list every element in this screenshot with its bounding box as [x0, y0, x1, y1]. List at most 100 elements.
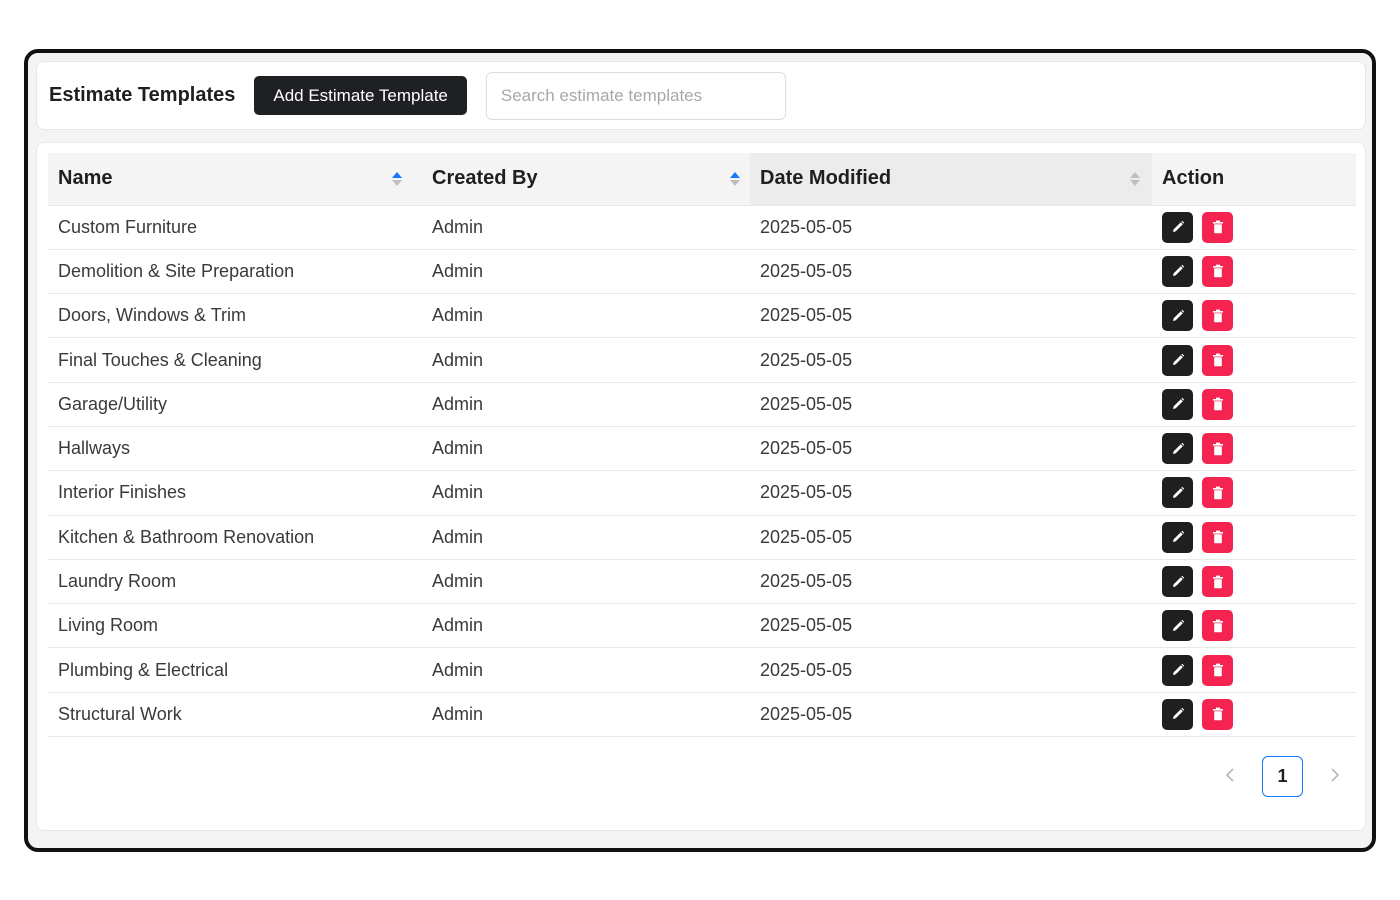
edit-icon	[1172, 442, 1184, 454]
cell-name: Doors, Windows & Trim	[48, 293, 422, 339]
chevron-left-icon[interactable]	[1220, 766, 1240, 787]
cell-created-by: Admin	[422, 470, 750, 516]
table-row: Interior Finishes Admin 2025-05-05	[48, 470, 1356, 516]
delete-button[interactable]	[1202, 211, 1233, 243]
table-row: Doors, Windows & Trim Admin 2025-05-05	[48, 293, 1356, 339]
table-row: Custom Furniture Admin 2025-05-05	[48, 205, 1356, 250]
delete-button[interactable]	[1202, 255, 1233, 287]
cell-actions	[1152, 692, 1356, 738]
column-header-label: Created By	[432, 167, 538, 190]
cell-created-by: Admin	[422, 692, 750, 738]
delete-button[interactable]	[1202, 388, 1233, 420]
table-row: Garage/Utility Admin 2025-05-05	[48, 382, 1356, 427]
trash-icon	[1212, 663, 1223, 677]
delete-button[interactable]	[1202, 654, 1233, 686]
cell-date-modified: 2025-05-05	[750, 426, 1152, 472]
cell-actions	[1152, 470, 1356, 516]
cell-name: Custom Furniture	[48, 205, 422, 250]
page-title: Estimate Templates	[49, 84, 236, 106]
delete-button[interactable]	[1202, 433, 1233, 465]
edit-button[interactable]	[1162, 344, 1193, 376]
edit-icon	[1172, 486, 1184, 498]
cell-actions	[1152, 647, 1356, 693]
cell-actions	[1152, 293, 1356, 339]
edit-icon	[1172, 398, 1184, 410]
cell-name: Demolition & Site Preparation	[48, 249, 422, 295]
cell-date-modified: 2025-05-05	[750, 293, 1152, 339]
add-estimate-template-button[interactable]: Add Estimate Template	[254, 76, 467, 115]
trash-icon	[1212, 486, 1223, 500]
row-actions	[1162, 211, 1356, 243]
cell-name: Kitchen & Bathroom Renovation	[48, 515, 422, 560]
delete-button[interactable]	[1202, 521, 1233, 553]
cell-created-by: Admin	[422, 293, 750, 339]
row-actions	[1162, 300, 1356, 332]
app-window: Estimate Templates Add Estimate Template…	[24, 49, 1376, 852]
table-card: Name Created By Date Modified Action Cus…	[36, 142, 1366, 831]
search-input[interactable]	[485, 71, 786, 120]
edit-icon	[1172, 708, 1184, 720]
table-row: Demolition & Site Preparation Admin 2025…	[48, 249, 1356, 295]
cell-date-modified: 2025-05-05	[750, 647, 1152, 693]
edit-icon	[1172, 531, 1184, 543]
sort-icon[interactable]	[1130, 171, 1140, 186]
cell-actions	[1152, 205, 1356, 250]
cell-name: Structural Work	[48, 692, 422, 738]
delete-button[interactable]	[1202, 610, 1233, 642]
table-row: Hallways Admin 2025-05-05	[48, 426, 1356, 472]
column-header-label: Name	[58, 167, 113, 190]
chevron-right-icon[interactable]	[1325, 766, 1345, 787]
edit-button[interactable]	[1162, 521, 1193, 553]
trash-icon	[1212, 619, 1223, 633]
row-actions	[1162, 255, 1356, 287]
cell-date-modified: 2025-05-05	[750, 382, 1152, 427]
column-header-date-modified[interactable]: Date Modified	[750, 153, 1152, 206]
edit-icon	[1172, 220, 1184, 233]
cell-created-by: Admin	[422, 337, 750, 383]
cell-actions	[1152, 337, 1356, 383]
edit-button[interactable]	[1162, 566, 1193, 598]
delete-button[interactable]	[1202, 477, 1233, 509]
column-header-label: Action	[1162, 167, 1225, 190]
trash-icon	[1212, 575, 1223, 588]
trash-icon	[1212, 265, 1223, 278]
cell-name: Interior Finishes	[48, 470, 422, 516]
sort-icon[interactable]	[730, 171, 740, 186]
trash-icon	[1212, 708, 1223, 721]
edit-button[interactable]	[1162, 433, 1193, 465]
cell-actions	[1152, 426, 1356, 472]
cell-created-by: Admin	[422, 515, 750, 560]
edit-button[interactable]	[1162, 698, 1193, 730]
toolbar: Estimate Templates Add Estimate Template	[36, 61, 1366, 130]
cell-name: Final Touches & Cleaning	[48, 337, 422, 383]
cell-actions	[1152, 249, 1356, 295]
cell-created-by: Admin	[422, 205, 750, 250]
delete-button[interactable]	[1202, 344, 1233, 376]
edit-button[interactable]	[1162, 654, 1193, 686]
edit-icon	[1172, 353, 1184, 366]
cell-date-modified: 2025-05-05	[750, 337, 1152, 383]
delete-button[interactable]	[1202, 566, 1233, 598]
edit-button[interactable]	[1162, 388, 1193, 420]
page-number-current[interactable]: 1	[1262, 756, 1303, 797]
row-actions	[1162, 521, 1356, 553]
edit-button[interactable]	[1162, 610, 1193, 642]
table-row: Plumbing & Electrical Admin 2025-05-05	[48, 647, 1356, 693]
cell-date-modified: 2025-05-05	[750, 249, 1152, 295]
delete-button[interactable]	[1202, 698, 1233, 730]
cell-created-by: Admin	[422, 249, 750, 295]
table-body: Custom Furniture Admin 2025-05-05 Demoli…	[48, 205, 1356, 738]
trash-icon	[1212, 397, 1223, 411]
table-row: Kitchen & Bathroom Renovation Admin 2025…	[48, 515, 1356, 560]
edit-button[interactable]	[1162, 211, 1193, 243]
row-actions	[1162, 344, 1356, 376]
edit-button[interactable]	[1162, 477, 1193, 509]
delete-button[interactable]	[1202, 300, 1233, 332]
column-header-label: Date Modified	[760, 167, 892, 190]
column-header-created-by[interactable]: Created By	[422, 153, 750, 206]
edit-button[interactable]	[1162, 255, 1193, 287]
cell-created-by: Admin	[422, 647, 750, 693]
column-header-name[interactable]: Name	[48, 153, 422, 206]
edit-button[interactable]	[1162, 300, 1193, 332]
sort-icon[interactable]	[392, 171, 402, 186]
